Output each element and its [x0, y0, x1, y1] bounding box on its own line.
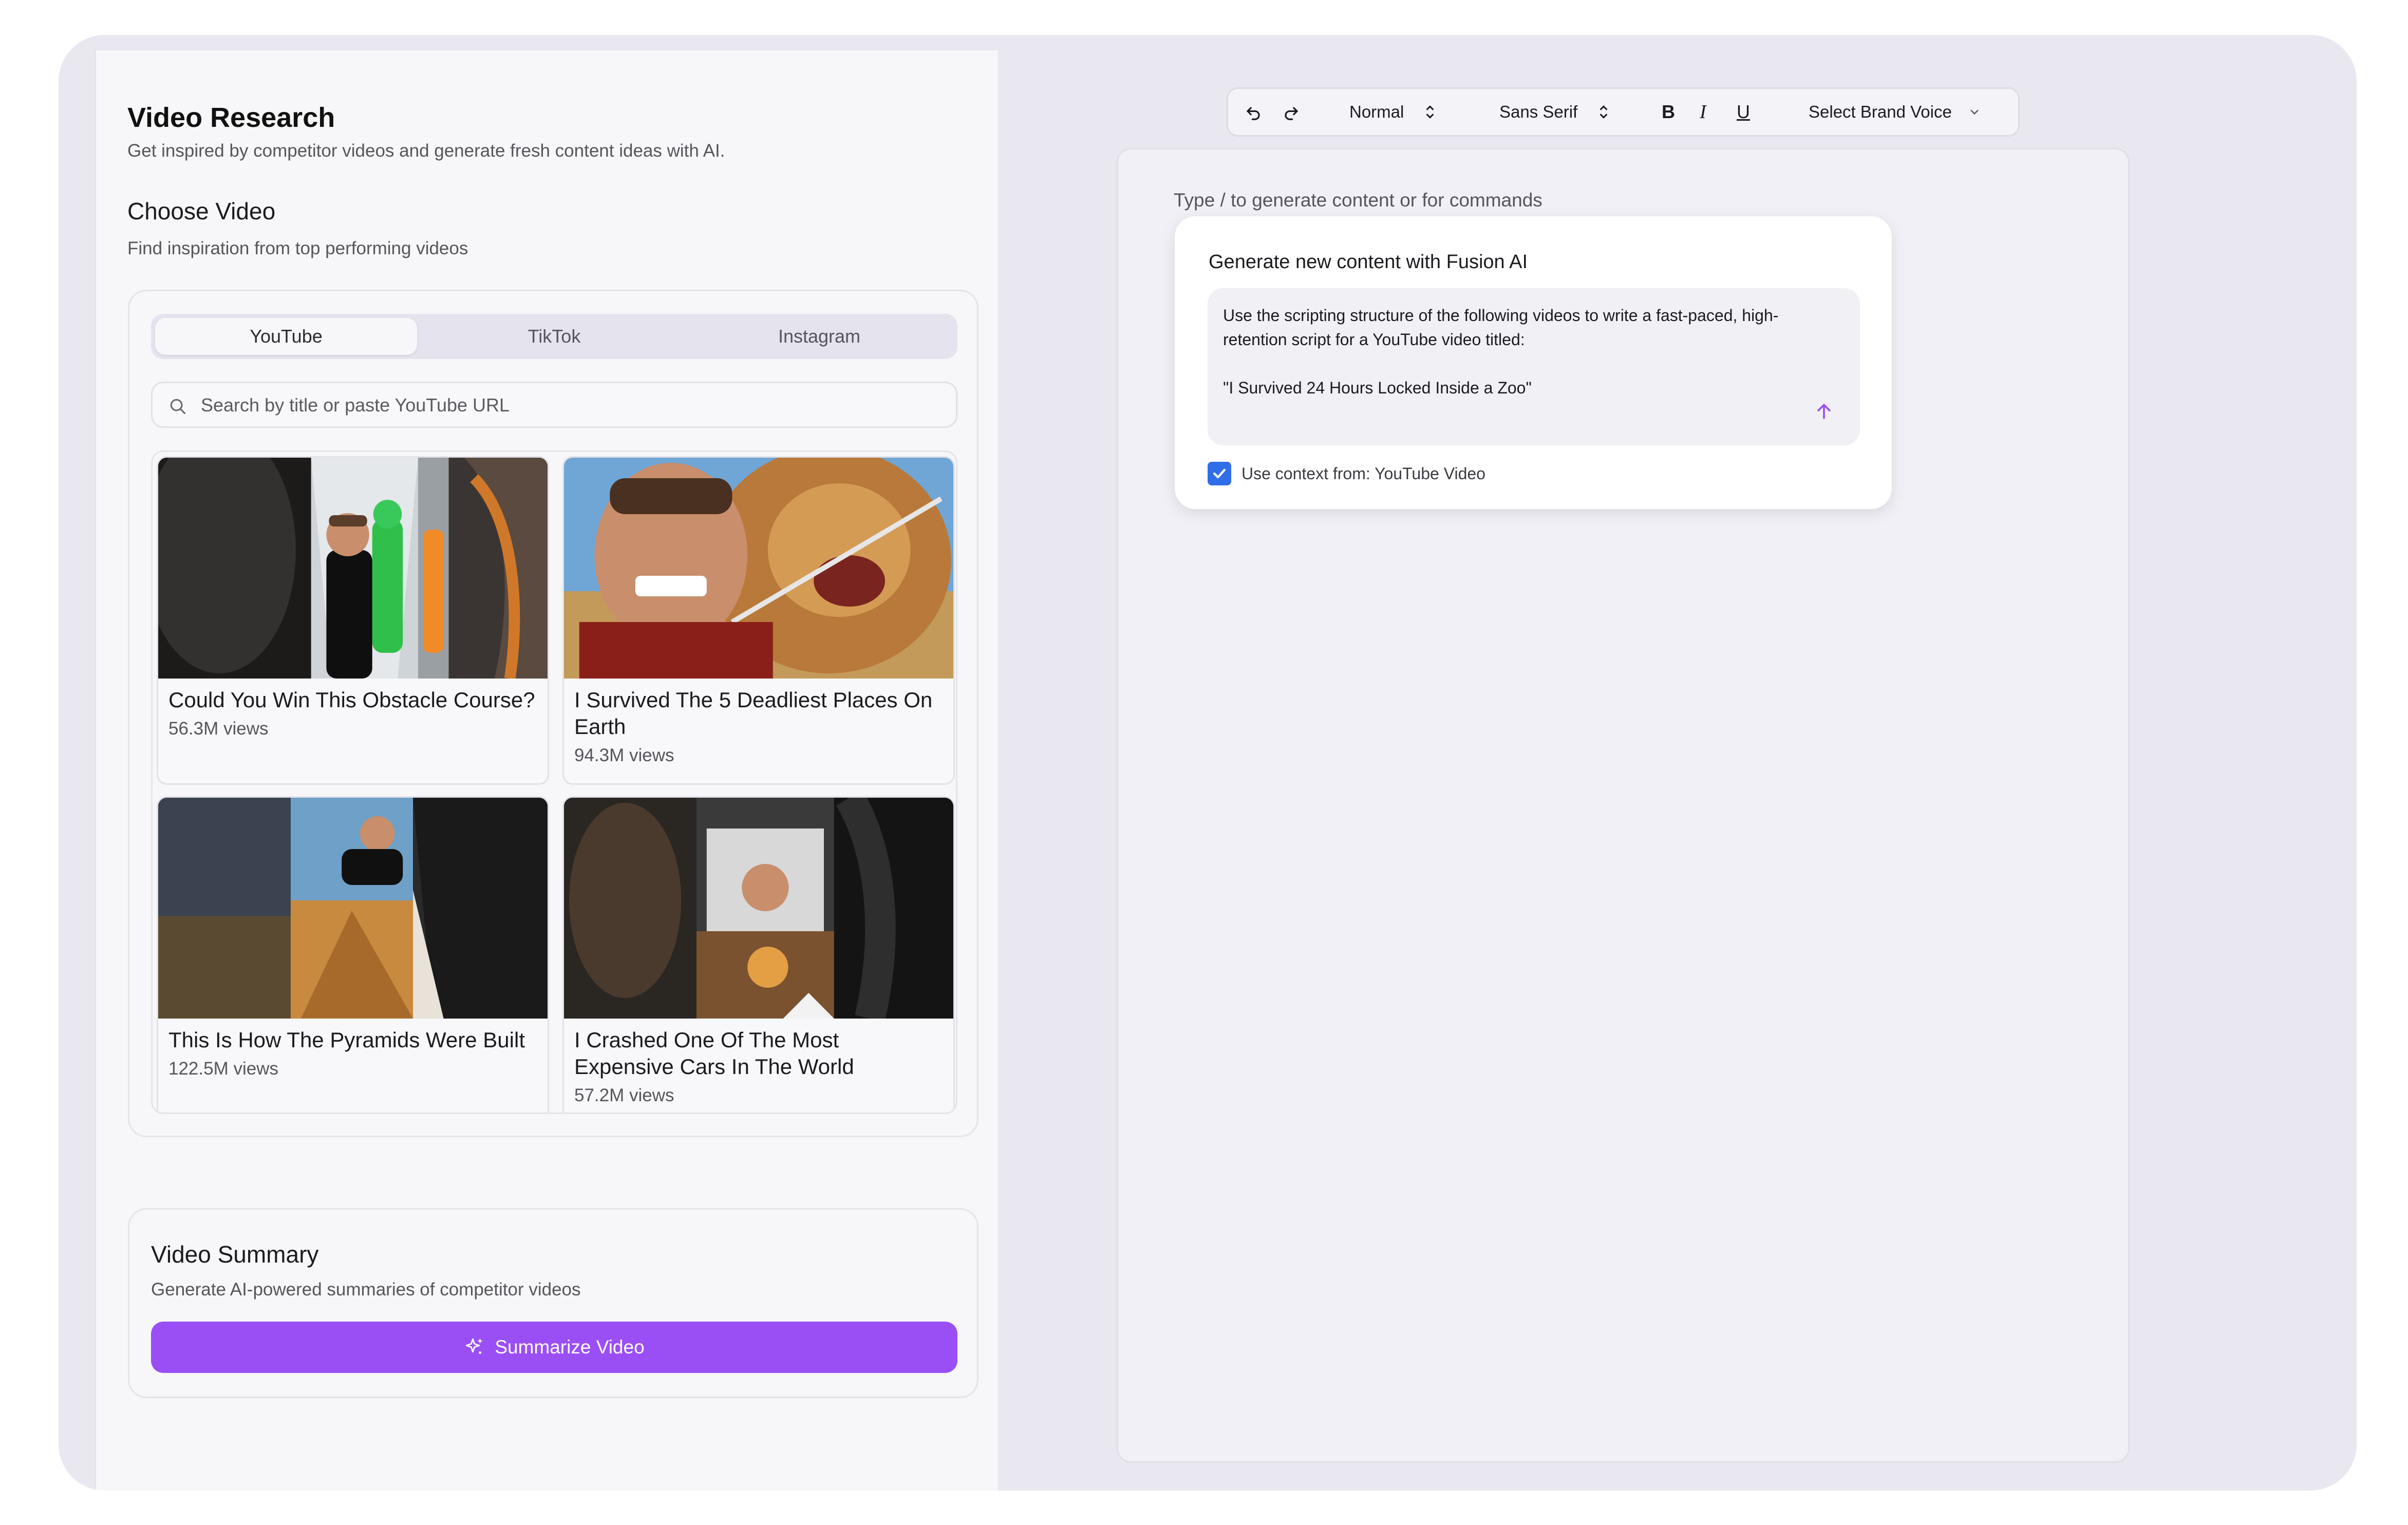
video-research-panel: Video Research Get inspired by competito…	[95, 50, 998, 1491]
editor-hint: Type / to generate content or for comman…	[1174, 190, 1542, 211]
tab-tiktok[interactable]: TikTok	[423, 318, 685, 355]
sparkles-icon	[466, 1338, 483, 1354]
pyramids-thumbnail	[158, 798, 548, 1019]
context-label: Use context from: YouTube Video	[1241, 464, 1485, 483]
app-frame: Video Research Get inspired by competito…	[59, 35, 2357, 1491]
video-views: 56.3M views	[168, 719, 269, 739]
bold-button[interactable]: B	[1662, 89, 1675, 135]
font-value: Sans Serif	[1499, 102, 1578, 121]
fusion-ai-panel: Generate new content with Fusion AI Use …	[1175, 216, 1892, 509]
lion-thumbnail	[564, 458, 953, 679]
video-card-pyramids[interactable]: This Is How The Pyramids Were Built 122.…	[157, 796, 549, 1113]
obstacle-course-thumbnail	[158, 458, 548, 679]
video-grid: Could You Win This Obstacle Course? 56.3…	[151, 450, 957, 1114]
redo-icon[interactable]	[1282, 89, 1301, 135]
video-views: 57.2M views	[574, 1085, 674, 1105]
video-title: Could You Win This Obstacle Course?	[168, 688, 535, 712]
summary-subtitle: Generate AI-powered summaries of competi…	[151, 1279, 581, 1300]
video-card-obstacle-course[interactable]: Could You Win This Obstacle Course? 56.3…	[157, 456, 549, 785]
video-summary-card: Video Summary Generate AI-powered summar…	[128, 1208, 979, 1398]
video-views: 122.5M views	[168, 1059, 278, 1079]
context-toggle[interactable]: Use context from: YouTube Video	[1208, 462, 1485, 485]
video-title: I Survived The 5 Deadliest Places On Ear…	[574, 688, 933, 739]
editor-toolbar: Normal Sans Serif B I U Select Brand Voi…	[1227, 87, 2020, 137]
font-select[interactable]: Sans Serif	[1499, 89, 1609, 135]
video-views: 94.3M views	[574, 745, 674, 765]
prompt-text[interactable]: Use the scripting structure of the follo…	[1223, 304, 1819, 400]
search-input[interactable]	[200, 388, 942, 422]
page-title: Video Research	[127, 102, 335, 133]
choose-video-card: YouTube TikTok Instagram Search by title…	[128, 290, 979, 1137]
context-checkbox[interactable]	[1208, 462, 1231, 485]
text-style-select[interactable]: Normal	[1349, 89, 1436, 135]
video-search	[151, 382, 957, 428]
summary-title: Video Summary	[151, 1241, 319, 1268]
platform-tabs: YouTube TikTok Instagram	[151, 314, 957, 359]
send-arrow-icon[interactable]	[1813, 400, 1835, 423]
video-title: I Crashed One Of The Most Expensive Cars…	[574, 1028, 854, 1079]
choose-video-subtitle: Find inspiration from top performing vid…	[127, 238, 468, 258]
brand-voice-select[interactable]: Select Brand Voice	[1809, 89, 1982, 135]
prompt-input[interactable]: Use the scripting structure of the follo…	[1208, 288, 1860, 445]
search-icon	[170, 399, 186, 415]
select-arrows-icon	[1600, 105, 1608, 119]
page-subtitle: Get inspired by competitor videos and ge…	[127, 141, 725, 161]
select-arrows-icon	[1426, 105, 1434, 119]
editor-canvas[interactable]: Type / to generate content or for comman…	[1117, 148, 2130, 1463]
choose-video-title: Choose Video	[127, 198, 276, 224]
summarize-video-button[interactable]: Summarize Video	[151, 1322, 957, 1373]
summarize-button-label: Summarize Video	[495, 1336, 645, 1358]
video-card-car-crash[interactable]: I Crashed One Of The Most Expensive Cars…	[562, 796, 955, 1113]
video-title: This Is How The Pyramids Were Built	[168, 1028, 525, 1052]
text-style-value: Normal	[1349, 102, 1404, 121]
tab-instagram[interactable]: Instagram	[688, 318, 950, 355]
underline-button[interactable]: U	[1737, 89, 1750, 135]
car-crash-thumbnail	[564, 798, 953, 1019]
brand-voice-value: Select Brand Voice	[1809, 102, 1952, 121]
chevron-down-icon	[1970, 109, 1979, 115]
ai-panel-title: Generate new content with Fusion AI	[1209, 251, 1528, 273]
tab-youtube[interactable]: YouTube	[155, 318, 417, 355]
checkmark-icon	[1213, 468, 1226, 479]
italic-button[interactable]: I	[1700, 89, 1706, 135]
video-card-deadliest-places[interactable]: I Survived The 5 Deadliest Places On Ear…	[562, 456, 955, 785]
undo-icon[interactable]	[1244, 89, 1263, 135]
